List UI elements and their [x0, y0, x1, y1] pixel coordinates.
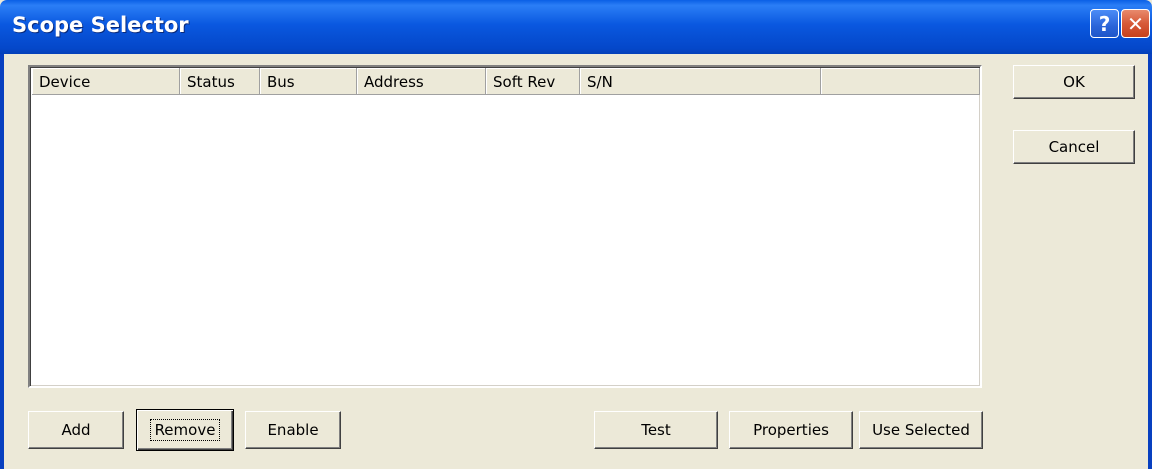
properties-button[interactable]: Properties	[729, 411, 853, 449]
remove-button[interactable]: Remove	[136, 409, 234, 451]
title-bar[interactable]: Scope Selector ? ✕	[0, 0, 1152, 54]
column-header-device[interactable]: Device	[32, 68, 180, 95]
test-button[interactable]: Test	[594, 411, 718, 449]
device-list[interactable]: Device Status Bus Address Soft Rev S/N	[28, 65, 982, 388]
remove-button-label: Remove	[149, 419, 221, 441]
ok-button[interactable]: OK	[1013, 65, 1135, 99]
window-frame-right	[1148, 54, 1152, 469]
close-icon[interactable]: ✕	[1121, 9, 1150, 38]
window-title: Scope Selector	[12, 13, 189, 37]
column-header-sn[interactable]: S/N	[580, 68, 821, 95]
list-body[interactable]	[32, 96, 978, 384]
help-glyph: ?	[1098, 11, 1111, 36]
column-header-status[interactable]: Status	[180, 68, 260, 95]
column-header-soft-rev[interactable]: Soft Rev	[486, 68, 580, 95]
column-header-address[interactable]: Address	[357, 68, 486, 95]
scope-selector-dialog: Scope Selector ? ✕ Device Status Bus Add…	[0, 0, 1152, 469]
column-header-bus[interactable]: Bus	[260, 68, 357, 95]
window-frame-left	[0, 54, 4, 469]
add-button[interactable]: Add	[28, 411, 124, 449]
use-selected-button[interactable]: Use Selected	[859, 411, 983, 449]
enable-button[interactable]: Enable	[245, 411, 341, 449]
cancel-button[interactable]: Cancel	[1013, 130, 1135, 164]
help-icon[interactable]: ?	[1090, 9, 1119, 38]
column-header-extra[interactable]	[821, 68, 980, 95]
list-header-row: Device Status Bus Address Soft Rev S/N	[32, 68, 980, 95]
close-glyph: ✕	[1127, 11, 1144, 36]
